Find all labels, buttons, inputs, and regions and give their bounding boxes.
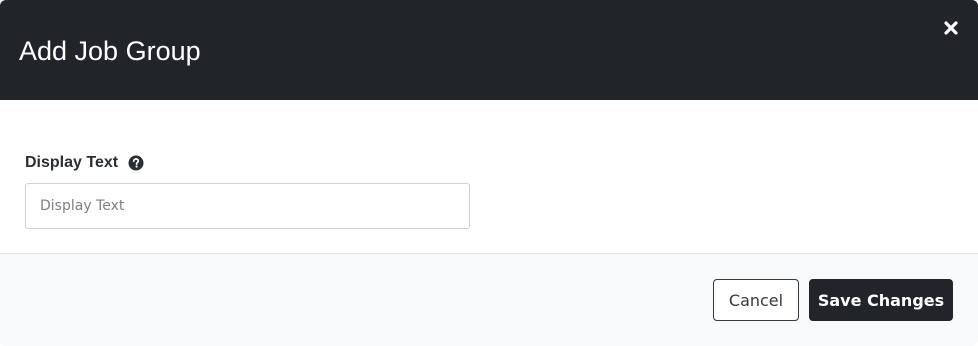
- question-circle-icon[interactable]: [128, 155, 144, 171]
- modal-footer: Cancel Save Changes: [0, 254, 978, 346]
- close-button[interactable]: [940, 17, 962, 39]
- add-job-group-modal: Add Job Group Display Text Cancel Save C…: [0, 0, 978, 346]
- display-text-label-row: Display Text: [25, 154, 144, 172]
- modal-header: Add Job Group: [0, 0, 978, 100]
- modal-body: Display Text: [0, 100, 978, 254]
- modal-title: Add Job Group: [19, 36, 201, 66]
- display-text-label: Display Text: [25, 154, 119, 171]
- save-changes-button[interactable]: Save Changes: [809, 279, 953, 321]
- cancel-button[interactable]: Cancel: [713, 279, 799, 321]
- close-icon: [944, 21, 958, 35]
- display-text-input[interactable]: [25, 183, 470, 229]
